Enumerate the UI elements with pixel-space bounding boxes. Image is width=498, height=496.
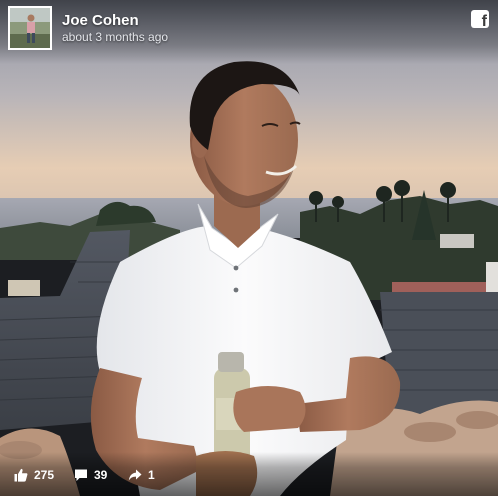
facebook-icon[interactable]: f [471,10,489,30]
facebook-photo-post: Joe Cohen about 3 months ago f 275 39 1 [0,0,498,496]
post-photo[interactable] [0,0,498,496]
shares-value: 1 [148,468,155,482]
avatar-image [10,8,50,48]
comments-value: 39 [94,468,108,482]
author-avatar[interactable] [8,6,52,50]
share-arrow-icon [128,469,142,481]
facebook-f-glyph: f [481,13,487,30]
likes-count[interactable]: 275 [14,468,54,482]
thumbs-up-icon [14,468,28,482]
post-header: Joe Cohen about 3 months ago f [0,0,498,64]
shares-count[interactable]: 1 [128,468,155,482]
author-name[interactable]: Joe Cohen [62,12,139,29]
comment-bubble-icon [75,469,87,481]
likes-value: 275 [34,468,55,482]
post-stats-bar: 275 39 1 [0,452,498,496]
post-timestamp[interactable]: about 3 months ago [62,30,168,44]
comments-count[interactable]: 39 [74,468,107,482]
